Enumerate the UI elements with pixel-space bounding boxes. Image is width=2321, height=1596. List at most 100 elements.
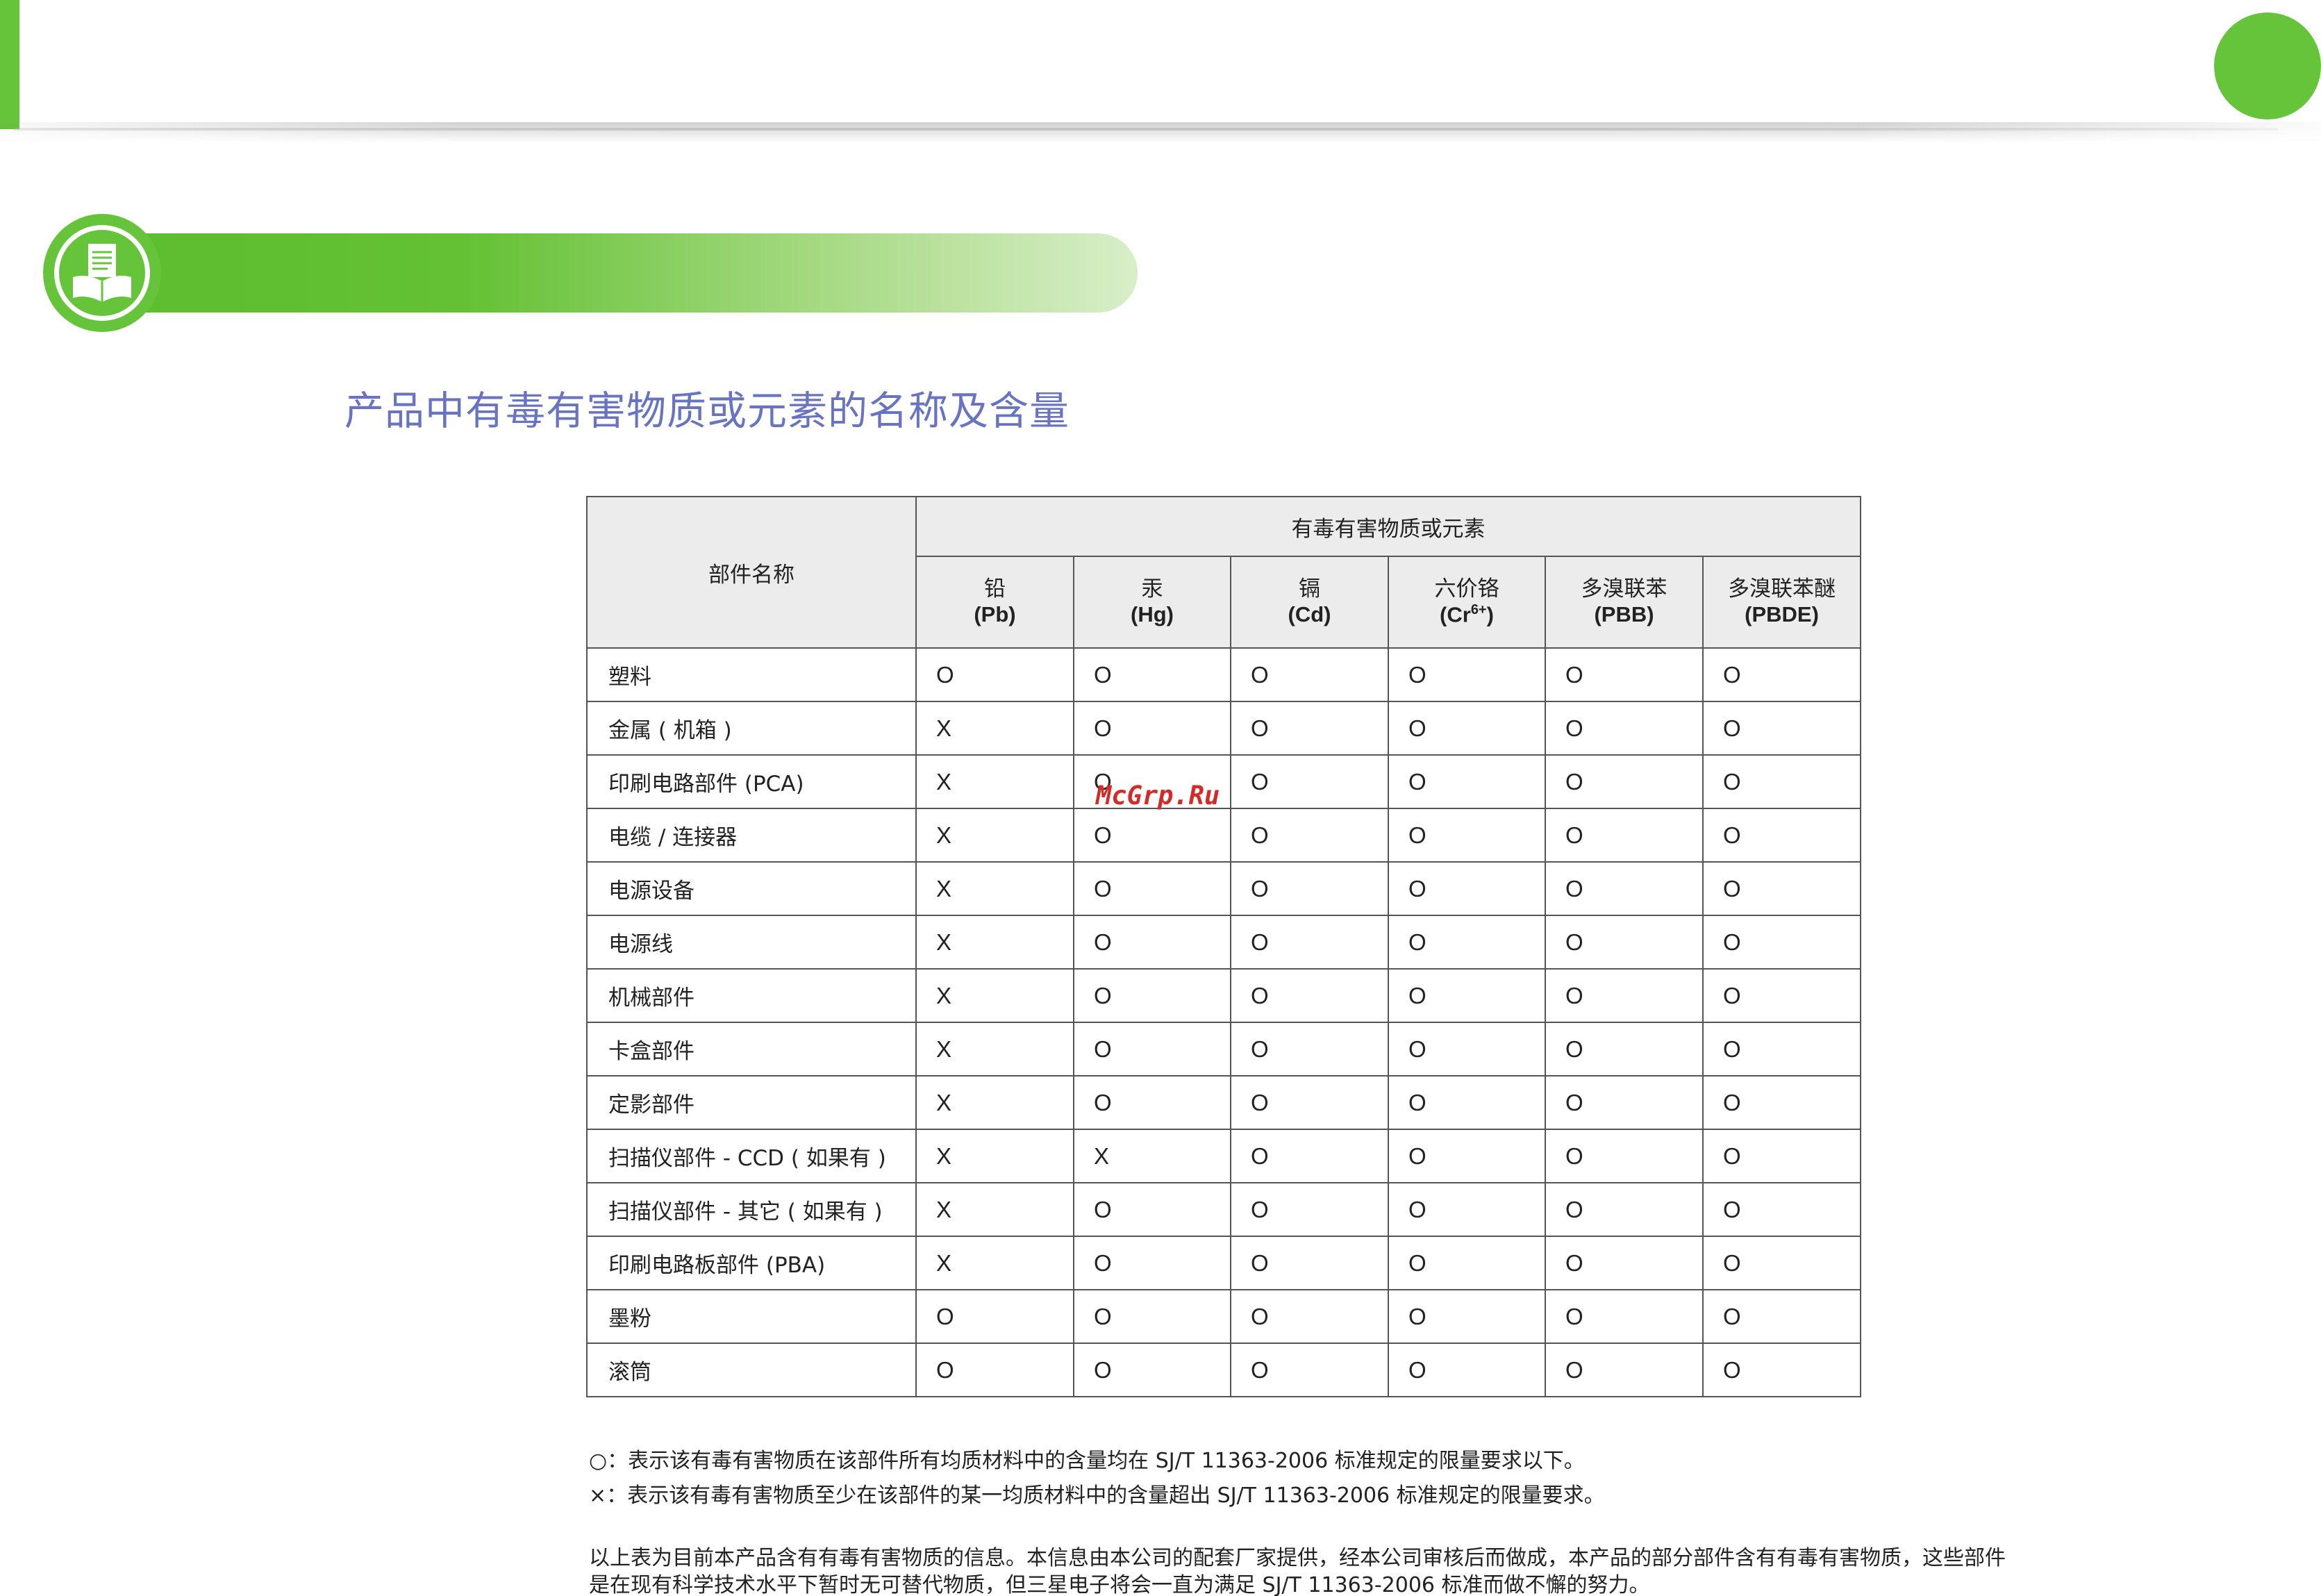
substance-mark-cell: O (1545, 968, 1704, 1023)
substance-mark-cell: O (1388, 1129, 1546, 1183)
substance-mark-cell: X (915, 915, 1074, 970)
substance-mark-cell: O (1230, 1075, 1389, 1130)
substance-mark-cell: O (1545, 754, 1704, 809)
substance-mark-cell: X (915, 861, 1074, 916)
part-name-cell: 印刷电路板部件 (PBA) (586, 1236, 917, 1290)
substance-mark-cell: O (1230, 701, 1389, 756)
substance-mark-cell: O (1702, 861, 1862, 916)
substance-mark-cell: O (1073, 1182, 1231, 1237)
substance-mark-cell: O (1230, 808, 1389, 863)
substance-mark-cell: O (1702, 915, 1862, 970)
substance-mark-cell: O (1545, 647, 1704, 702)
substance-mark-cell: O (1702, 1129, 1862, 1183)
substance-mark-cell: X (915, 808, 1074, 863)
substance-mark-cell: O (1702, 647, 1862, 702)
substance-mark-cell: X (915, 968, 1074, 1023)
substance-mark-cell: O (1702, 701, 1862, 756)
table-row: 印刷电路部件 (PCA) X O O O O O (586, 754, 1862, 809)
substance-mark-cell: O (1702, 1075, 1862, 1130)
table-row: 金属 ( 机箱 ) X O O O O O (586, 701, 1862, 756)
substance-mark-cell: O (1388, 701, 1546, 756)
watermark-text: McGrp.Ru (1096, 781, 1220, 811)
substance-mark-cell: O (1073, 701, 1231, 756)
substance-mark-cell: O (1702, 1022, 1862, 1077)
substance-mark-cell: O (1545, 1182, 1704, 1237)
substance-mark-cell: O (1388, 808, 1546, 863)
section-badge (43, 214, 161, 332)
part-name-cell: 金属 ( 机箱 ) (586, 701, 917, 756)
substance-column-header: 镉 (Cd) (1230, 556, 1389, 649)
substance-mark-cell: O (1702, 968, 1862, 1023)
substance-symbol: (Cd) (1288, 602, 1331, 626)
part-name-cell: 滚筒 (586, 1343, 917, 1397)
substance-mark-cell: O (1545, 808, 1704, 863)
part-name-cell: 定影部件 (586, 1075, 917, 1130)
table-row: 扫描仪部件 - CCD ( 如果有 ) X X O O O O (586, 1129, 1862, 1183)
left-accent-bar (0, 0, 19, 129)
part-name-cell: 电源设备 (586, 861, 917, 916)
substance-mark-cell: O (915, 1343, 1074, 1397)
substance-column-header: 多溴联苯 (PBB) (1545, 556, 1704, 649)
substance-mark-cell: O (1073, 647, 1231, 702)
table-row: 滚筒 O O O O O O (586, 1343, 1862, 1397)
table-row: 墨粉 O O O O O O (586, 1289, 1862, 1344)
substance-mark-cell: X (915, 1129, 1074, 1183)
substance-mark-cell: O (1545, 915, 1704, 970)
substance-mark-cell: X (915, 754, 1074, 809)
substance-mark-cell: X (915, 1075, 1074, 1130)
substance-mark-cell: O (1388, 968, 1546, 1023)
header-rule-line (14, 128, 2278, 131)
substance-mark-cell: O (1073, 1022, 1231, 1077)
substance-symbol: (Pb) (974, 602, 1016, 626)
part-name-cell: 电缆 / 连接器 (586, 808, 917, 863)
substance-mark-cell: O (1073, 1075, 1231, 1130)
substance-mark-cell: O (1388, 915, 1546, 970)
substance-mark-cell: O (1388, 647, 1546, 702)
substance-mark-cell: O (1230, 754, 1389, 809)
substance-name: 多溴联苯醚 (1728, 576, 1836, 602)
substance-mark-cell: O (1702, 754, 1862, 809)
substance-mark-cell: O (1230, 1343, 1389, 1397)
footnote-paragraph: 以上表为目前本产品含有有毒有害物质的信息。本信息由本公司的配套厂家提供，经本公司… (589, 1546, 2006, 1596)
substance-column-header: 汞 (Hg) (1073, 556, 1231, 649)
substance-name: 镉 (1299, 576, 1320, 602)
substance-symbol: (Cr6+) (1440, 601, 1494, 627)
table-row: 卡盒部件 X O O O O O (586, 1022, 1862, 1077)
substance-mark-cell: O (1073, 1236, 1231, 1290)
legend-x-note: ×：表示该有毒有害物质至少在该部件的某一均质材料中的含量超出 SJ/T 1136… (589, 1483, 1605, 1508)
table-row: 定影部件 X O O O O O (586, 1075, 1862, 1130)
substance-mark-cell: O (1545, 1343, 1704, 1397)
substance-symbol: (PBDE) (1745, 602, 1819, 626)
substance-mark-cell: O (1545, 701, 1704, 756)
part-name-header: 部件名称 (586, 496, 917, 649)
substance-mark-cell: O (1230, 1022, 1389, 1077)
substance-mark-cell: O (1702, 1343, 1862, 1397)
part-name-cell: 印刷电路部件 (PCA) (586, 754, 917, 809)
book-document-icon (73, 244, 131, 302)
substance-mark-cell: X (915, 1182, 1074, 1237)
substance-mark-cell: O (1545, 1129, 1704, 1183)
part-name-cell: 塑料 (586, 647, 917, 702)
table-row: 塑料 O O O O O O (586, 647, 1862, 702)
substance-name: 铅 (984, 576, 1006, 602)
substance-mark-cell: O (1545, 1289, 1704, 1344)
part-name-cell: 扫描仪部件 - CCD ( 如果有 ) (586, 1129, 917, 1183)
substance-mark-cell: O (1702, 1289, 1862, 1344)
table-row: 电源设备 X O O O O O (586, 861, 1862, 916)
table-row: 扫描仪部件 - 其它 ( 如果有 ) X O O O O O (586, 1182, 1862, 1237)
substance-mark-cell: O (1545, 861, 1704, 916)
substance-mark-cell: O (1230, 1182, 1389, 1237)
substance-mark-cell: O (1230, 968, 1389, 1023)
substance-mark-cell: O (1230, 861, 1389, 916)
substance-mark-cell: O (915, 647, 1074, 702)
substance-mark-cell: O (1388, 1075, 1546, 1130)
part-name-cell: 墨粉 (586, 1289, 917, 1344)
section-banner (104, 233, 1138, 313)
substance-column-header: 铅 (Pb) (915, 556, 1074, 649)
substance-mark-cell: O (1073, 915, 1231, 970)
substance-mark-cell: O (1388, 1289, 1546, 1344)
substance-mark-cell: O (1230, 915, 1389, 970)
substance-mark-cell: O (1702, 1182, 1862, 1237)
substance-mark-cell: O (1388, 1343, 1546, 1397)
substance-mark-cell: X (915, 1236, 1074, 1290)
